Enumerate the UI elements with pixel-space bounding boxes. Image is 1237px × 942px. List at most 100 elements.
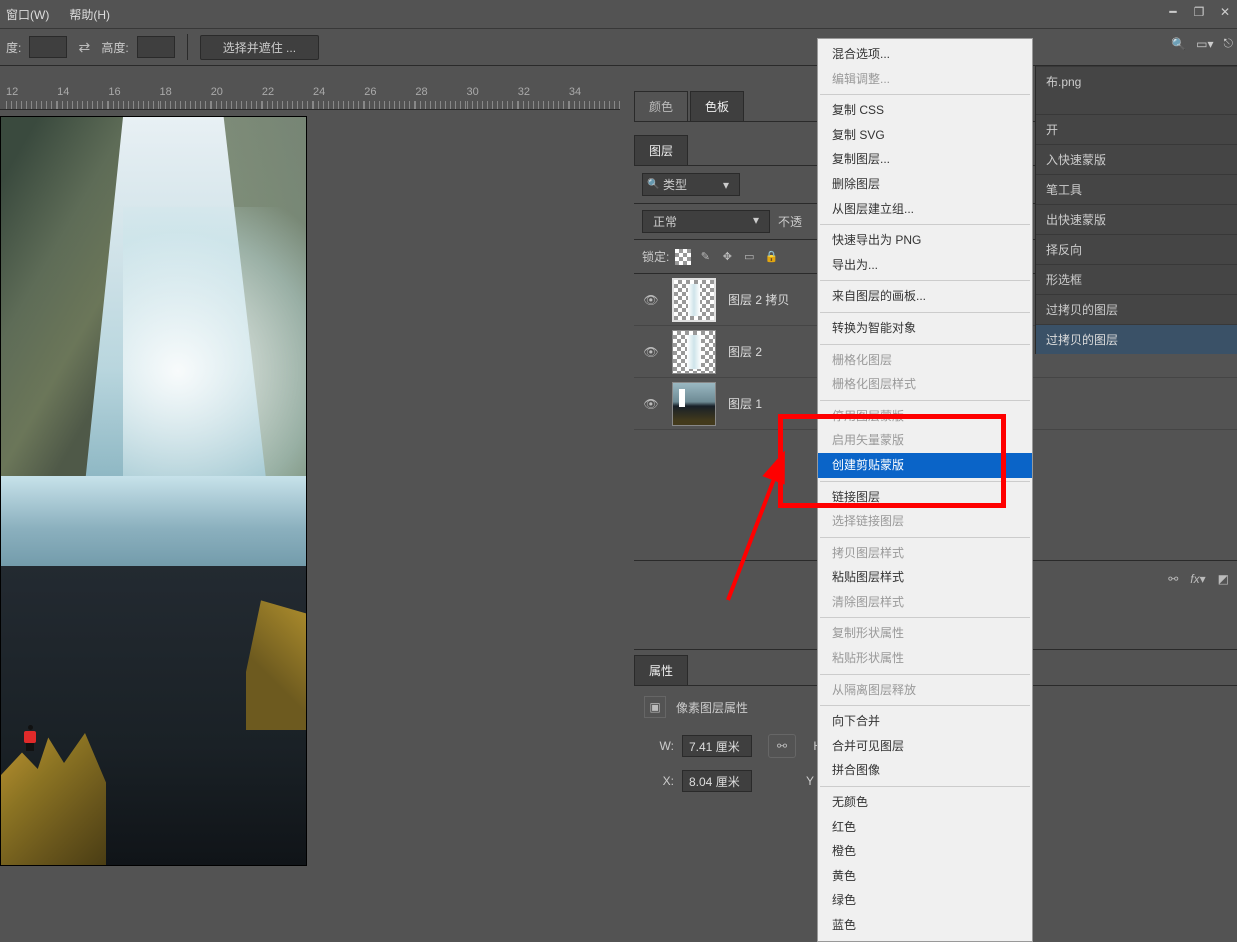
close-icon[interactable]: ✕ — [1217, 4, 1233, 20]
mi-merge-down[interactable]: 向下合并 — [818, 709, 1032, 734]
separator — [820, 617, 1030, 618]
layer-thumb[interactable] — [672, 330, 716, 374]
chevron-down-icon: ▾ — [753, 213, 759, 230]
layer-filter-select[interactable]: 类型 ▾ — [642, 173, 740, 196]
mi-color-red[interactable]: 红色 — [818, 815, 1032, 840]
canvas-person — [23, 725, 37, 751]
mi-group-from-layers[interactable]: 从图层建立组... — [818, 197, 1032, 222]
mi-duplicate-layer[interactable]: 复制图层... — [818, 147, 1032, 172]
blend-mode-value: 正常 — [653, 213, 677, 230]
properties-title: 像素图层属性 — [676, 699, 748, 716]
lock-label: 锁定: — [642, 248, 669, 265]
mi-paste-layerstyle[interactable]: 粘贴图层样式 — [818, 565, 1032, 590]
mask-icon[interactable]: ◩ — [1218, 572, 1229, 586]
lock-all-icon[interactable]: 🔒 — [763, 249, 779, 265]
tab-colors[interactable]: 颜色 — [634, 91, 688, 121]
minimize-icon[interactable]: ━ — [1165, 4, 1181, 20]
menu-help[interactable]: 帮助(H) — [69, 6, 110, 23]
layer-thumb[interactable] — [672, 278, 716, 322]
top-right-icons: 🔍 ▭▾ ⎋ — [1171, 36, 1233, 51]
tab-layers[interactable]: 图层 — [634, 135, 688, 165]
mi-convert-smartobj[interactable]: 转换为智能对象 — [818, 316, 1032, 341]
height-label: 高度: — [101, 39, 128, 56]
ruler-tick: 34 — [569, 86, 620, 109]
mi-color-green[interactable]: 绿色 — [818, 888, 1032, 913]
mi-paste-shape-attrs: 粘贴形状属性 — [818, 646, 1032, 671]
layer-name[interactable]: 图层 2 拷贝 — [728, 291, 789, 308]
lock-brush-icon[interactable]: ✎ — [697, 249, 713, 265]
ruler-tick: 12 — [6, 86, 57, 109]
w-input[interactable] — [682, 735, 752, 757]
peek-item[interactable]: 过拷贝的图层 — [1036, 294, 1237, 324]
y-label-clip: Y — [796, 774, 814, 788]
mi-clear-layerstyle: 清除图层样式 — [818, 590, 1032, 615]
mi-color-none[interactable]: 无颜色 — [818, 790, 1032, 815]
mi-artboard-from-layer[interactable]: 来自图层的画板... — [818, 284, 1032, 309]
menu-window[interactable]: 窗口(W) — [6, 6, 49, 23]
peek-item[interactable]: 过拷贝的图层 — [1036, 324, 1237, 354]
chevron-down-icon: ▾ — [723, 178, 729, 192]
search-icon[interactable]: 🔍 — [1171, 37, 1186, 51]
separator — [820, 705, 1030, 706]
separator — [820, 280, 1030, 281]
fx-icon[interactable]: fx▾ — [1190, 572, 1205, 586]
select-and-mask-button[interactable]: 选择并遮住 ... — [200, 35, 319, 60]
swap-icon[interactable]: ⇄ — [75, 39, 93, 56]
mi-select-linked: 选择链接图层 — [818, 509, 1032, 534]
mi-rasterize-layerstyle: 栅格化图层样式 — [818, 372, 1032, 397]
mi-color-yellow[interactable]: 黄色 — [818, 864, 1032, 889]
mi-copy-svg[interactable]: 复制 SVG — [818, 123, 1032, 148]
link-wh-icon[interactable]: ⚯ — [768, 734, 796, 758]
share-icon[interactable]: ⎋ — [1224, 36, 1234, 51]
mi-quick-export-png[interactable]: 快速导出为 PNG — [818, 228, 1032, 253]
visibility-icon[interactable]: 👁 — [642, 397, 660, 411]
x-input[interactable] — [682, 770, 752, 792]
mi-release-isolation: 从隔离图层释放 — [818, 678, 1032, 703]
visibility-icon[interactable]: 👁 — [642, 345, 660, 359]
tab-properties[interactable]: 属性 — [634, 655, 688, 685]
degree-input[interactable] — [29, 36, 67, 58]
mi-export-as[interactable]: 导出为... — [818, 253, 1032, 278]
ruler-tick: 20 — [211, 86, 262, 109]
workspace-icon[interactable]: ▭▾ — [1196, 37, 1213, 51]
peek-item[interactable]: 入快速蒙版 — [1036, 144, 1237, 174]
tab-swatches[interactable]: 色板 — [690, 91, 744, 121]
mi-copy-css[interactable]: 复制 CSS — [818, 98, 1032, 123]
layer-thumb[interactable] — [672, 382, 716, 426]
canvas[interactable] — [0, 116, 307, 866]
peek-item[interactable]: 形选框 — [1036, 264, 1237, 294]
history-peek-panel: 布.png 开 入快速蒙版 笔工具 出快速蒙版 择反向 形选框 过拷贝的图层 过… — [1035, 66, 1237, 354]
lock-move-icon[interactable]: ✥ — [719, 249, 735, 265]
w-label: W: — [646, 739, 674, 753]
lock-transparency-icon[interactable] — [675, 249, 691, 265]
blend-mode-select[interactable]: 正常 ▾ — [642, 210, 770, 233]
layer-filter-value: 类型 — [663, 176, 687, 193]
peek-item[interactable]: 开 — [1036, 114, 1237, 144]
separator — [820, 786, 1030, 787]
layer-name[interactable]: 图层 2 — [728, 343, 762, 360]
peek-item[interactable]: 笔工具 — [1036, 174, 1237, 204]
mi-delete-layer[interactable]: 删除图层 — [818, 172, 1032, 197]
lock-artboard-icon[interactable]: ▭ — [741, 249, 757, 265]
mi-flatten[interactable]: 拼合图像 — [818, 758, 1032, 783]
ruler-horizontal: 12 14 16 18 20 22 24 26 28 30 32 34 — [0, 86, 620, 110]
menubar: 窗口(W) 帮助(H) — [0, 0, 1237, 28]
peek-item[interactable]: 出快速蒙版 — [1036, 204, 1237, 234]
mi-color-orange[interactable]: 橙色 — [818, 839, 1032, 864]
opacity-label-clipped: 不透 — [778, 213, 802, 230]
mi-color-blue[interactable]: 蓝色 — [818, 913, 1032, 938]
link-icon[interactable]: ⚯ — [1168, 572, 1178, 586]
separator — [820, 400, 1030, 401]
visibility-icon[interactable]: 👁 — [642, 293, 660, 307]
peek-item[interactable]: 择反向 — [1036, 234, 1237, 264]
maximize-icon[interactable]: ❐ — [1191, 4, 1207, 20]
height-input[interactable] — [137, 36, 175, 58]
annotation-red-box — [778, 414, 1006, 508]
workarea: 12 14 16 18 20 22 24 26 28 30 32 34 — [0, 86, 620, 899]
annotation-red-arrow — [710, 440, 810, 610]
layer-name[interactable]: 图层 1 — [728, 395, 762, 412]
separator — [820, 312, 1030, 313]
mi-merge-visible[interactable]: 合并可见图层 — [818, 734, 1032, 759]
mi-blend-options[interactable]: 混合选项... — [818, 42, 1032, 67]
ruler-tick: 22 — [262, 86, 313, 109]
